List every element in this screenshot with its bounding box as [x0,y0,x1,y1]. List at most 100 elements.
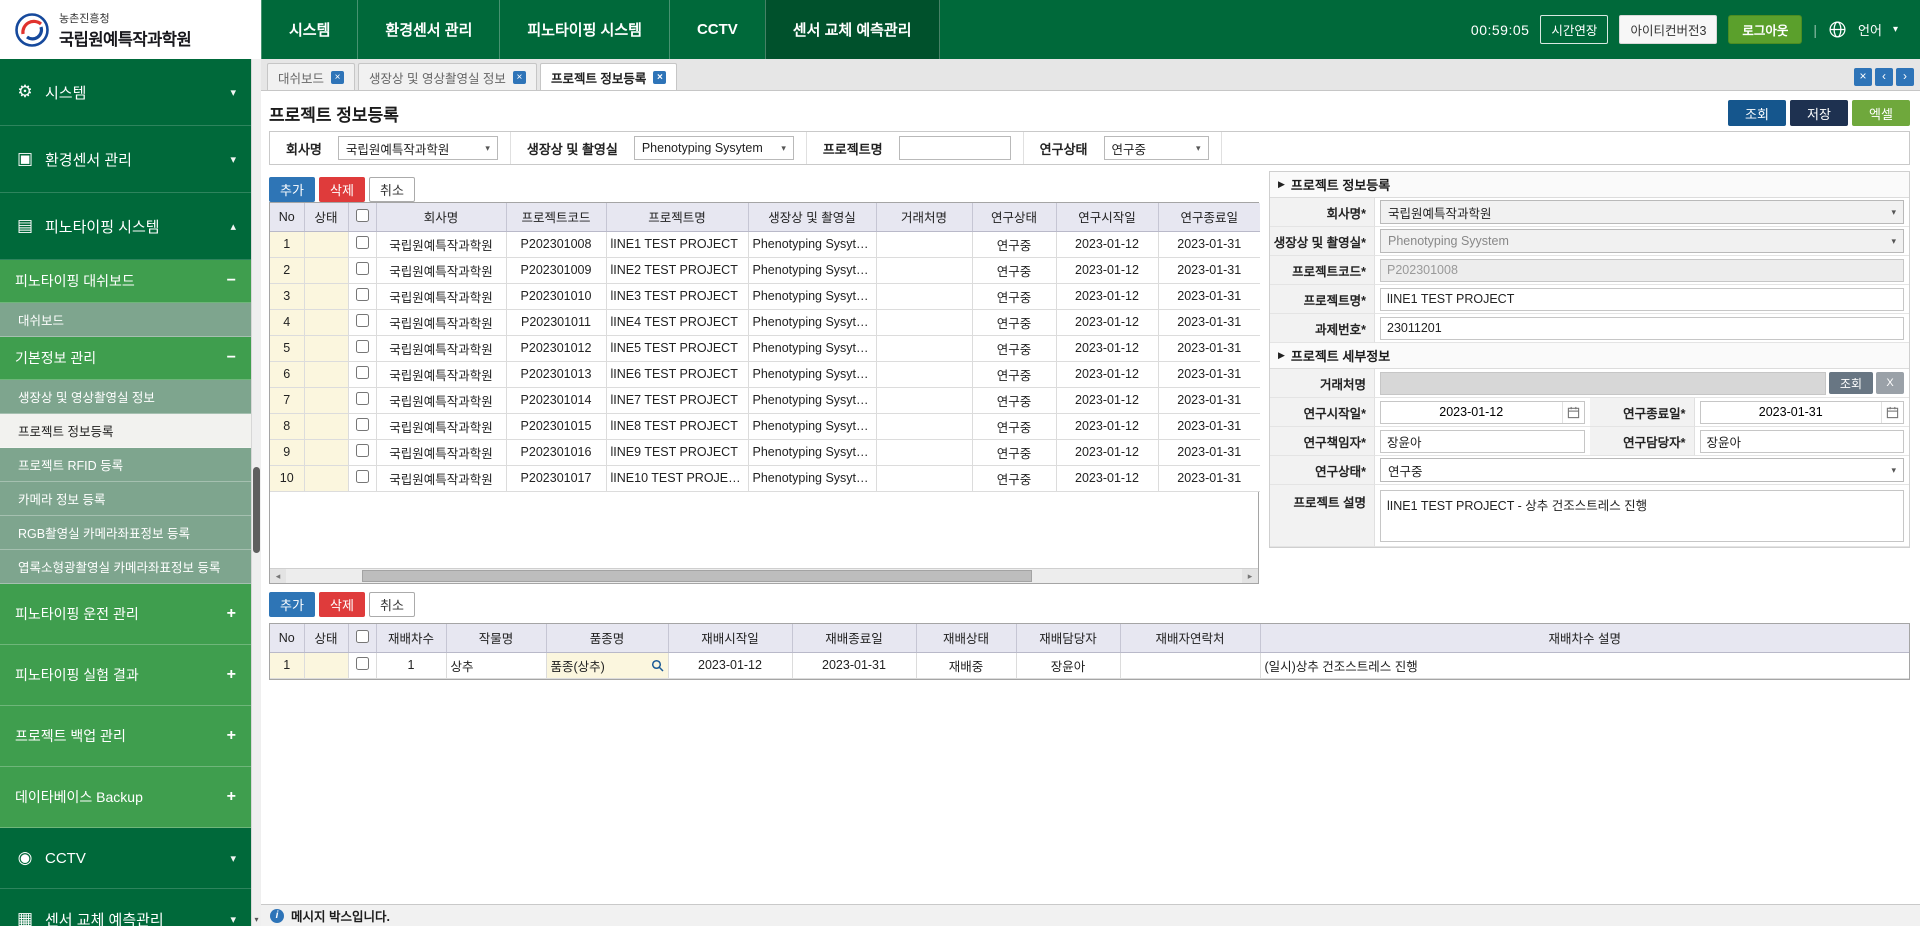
sidebar-group-basic-info[interactable]: 기본정보 관리 − [0,337,251,380]
header-cultivation-status[interactable]: 재배상태 [916,624,1016,652]
cell-variety[interactable]: 품종(상추) [546,652,668,678]
sidebar-item-system[interactable]: ⚙ 시스템 ▾ [0,59,251,126]
project-name-input[interactable] [1380,288,1904,311]
sidebar-item-env-sensor[interactable]: ▣ 환경센서 관리 ▾ [0,126,251,193]
tab-close-icon[interactable]: × [513,71,526,84]
sidebar-group-project-backup[interactable]: 프로젝트 백업 관리 + [0,706,251,767]
sidebar-group-database-backup[interactable]: 데이타베이스 Backup + [0,767,251,828]
logout-button[interactable]: 로그아웃 [1728,15,1802,44]
header-no[interactable]: No [270,624,304,652]
detail-section1-header[interactable]: ▶ 프로젝트 정보등록 [1270,172,1909,198]
cell-checkbox[interactable] [348,231,376,257]
scroll-right-button[interactable]: ▸ [1242,569,1258,583]
header-room[interactable]: 생장상 및 촬영실 [748,203,876,231]
cell-checkbox[interactable] [348,283,376,309]
research-manager-input[interactable] [1700,430,1905,453]
cell-checkbox[interactable] [348,439,376,465]
header-client[interactable]: 거래처명 [876,203,972,231]
scroll-down-icon[interactable]: ▾ [252,915,261,924]
nav-sensor-replacement[interactable]: 센서 교체 예측관리 [765,0,940,59]
cell-checkbox[interactable] [348,257,376,283]
search-lookup-icon[interactable] [651,659,664,672]
calendar-icon[interactable] [1562,402,1584,423]
nav-env-sensor[interactable]: 환경센서 관리 [357,0,499,59]
delete-row-button[interactable]: 삭제 [319,177,365,202]
row-checkbox[interactable] [356,657,369,670]
chevron-down-icon[interactable]: ▾ [1893,24,1898,35]
nav-cctv[interactable]: CCTV [669,0,765,59]
sidebar-group-operation-mgmt[interactable]: 피노타이핑 운전 관리 + [0,584,251,645]
sidebar-item-project-info[interactable]: 프로젝트 정보등록 [0,414,251,448]
detail-room-select[interactable]: Phenotyping Syystem ▾ [1380,229,1904,253]
detail-section2-header[interactable]: ▶ 프로젝트 세부정보 [1270,343,1909,369]
project-table-row[interactable]: 10 국립원예특작과학원 P202301017 lINE10 TEST PROJ… [270,465,1260,491]
research-end-date-input[interactable] [1701,402,1882,423]
sidebar-group-pheno-dashboard[interactable]: 피노타이핑 대쉬보드 − [0,260,251,303]
sidebar-item-project-rfid[interactable]: 프로젝트 RFID 등록 [0,448,251,482]
row-checkbox[interactable] [356,314,369,327]
header-start-date[interactable]: 연구시작일 [1056,203,1158,231]
header-manager-contact[interactable]: 재배자연락처 [1120,624,1260,652]
delete-cultivation-button[interactable]: 삭제 [319,592,365,617]
tab-scroll-left-button[interactable]: ‹ [1875,68,1893,86]
detail-status-select[interactable]: 연구중 ▾ [1380,458,1904,482]
scrollbar-track[interactable] [286,569,1242,583]
project-table-row[interactable]: 7 국립원예특작과학원 P202301014 lINE7 TEST PROJEC… [270,387,1260,413]
row-checkbox[interactable] [356,418,369,431]
cell-checkbox[interactable] [348,335,376,361]
sidebar-group-experiment-results[interactable]: 피노타이핑 실험 결과 + [0,645,251,706]
research-start-date-input[interactable] [1381,402,1562,423]
it-conversion-button[interactable]: 아이티컨버전3 [1619,15,1717,44]
header-cultivation-round[interactable]: 재배차수 [376,624,446,652]
scroll-left-button[interactable]: ◂ [270,569,286,583]
sidebar-item-rgb-camera-coord[interactable]: RGB촬영실 카메라좌표정보 등록 [0,516,251,550]
close-all-tabs-button[interactable]: × [1854,68,1872,86]
header-end-date[interactable]: 연구종료일 [1158,203,1260,231]
cell-checkbox[interactable] [348,652,376,678]
status-filter-select[interactable]: 연구중 ▾ [1104,136,1209,160]
sidebar-scrollbar-thumb[interactable] [253,467,260,553]
header-research-status[interactable]: 연구상태 [972,203,1056,231]
header-status-flag[interactable]: 상태 [304,624,348,652]
row-checkbox[interactable] [356,366,369,379]
language-label[interactable]: 언어 [1858,20,1882,39]
sidebar-item-sensor-replacement[interactable]: ▦ 센서 교체 예측관리 ▾ [0,889,251,926]
row-checkbox[interactable] [356,288,369,301]
sidebar-item-camera-info[interactable]: 카메라 정보 등록 [0,482,251,516]
header-project-code[interactable]: 프로젝트코드 [506,203,606,231]
tab-dashboard[interactable]: 대쉬보드 × [267,63,355,90]
project-table-row[interactable]: 5 국립원예특작과학원 P202301012 lINE5 TEST PROJEC… [270,335,1260,361]
cultivation-table-row[interactable]: 1 1 상추 품종(상추) [270,652,1909,678]
research-leader-input[interactable] [1380,430,1585,453]
header-select-all[interactable] [348,203,376,231]
header-cultivation-end[interactable]: 재배종료일 [792,624,916,652]
logo-area[interactable]: 농촌진흥청 국립원예특작과학원 [0,0,261,59]
task-number-input[interactable] [1380,317,1904,340]
header-cultivation-description[interactable]: 재배차수 설명 [1260,624,1909,652]
project-description-textarea[interactable]: lINE1 TEST PROJECT - 상추 건조스트레스 진행 [1380,490,1904,542]
tab-project-info[interactable]: 프로젝트 정보등록 × [540,63,677,90]
tab-close-icon[interactable]: × [331,71,344,84]
row-checkbox[interactable] [356,444,369,457]
client-clear-button[interactable]: X [1876,372,1904,394]
header-no[interactable]: No [270,203,304,231]
cancel-button[interactable]: 취소 [369,177,415,202]
detail-company-select[interactable]: 국립원예특작과학원 ▾ [1380,200,1904,224]
sidebar-item-chlorophyll-camera-coord[interactable]: 엽록소형광촬영실 카메라좌표정보 등록 [0,550,251,584]
select-all-checkbox[interactable] [356,209,369,222]
cell-checkbox[interactable] [348,387,376,413]
excel-button[interactable]: 엑셀 [1852,100,1910,126]
cell-checkbox[interactable] [348,465,376,491]
header-crop-name[interactable]: 작물명 [446,624,546,652]
add-row-button[interactable]: 추가 [269,177,315,202]
globe-icon[interactable] [1828,20,1847,39]
sidebar-item-phenotyping[interactable]: ▤ 피노타이핑 시스템 ▴ [0,193,251,260]
row-checkbox[interactable] [356,340,369,353]
select-all-checkbox[interactable] [356,630,369,643]
header-status-flag[interactable]: 상태 [304,203,348,231]
extend-time-button[interactable]: 시간연장 [1540,15,1608,44]
nav-system[interactable]: 시스템 [261,0,357,59]
nav-phenotyping-system[interactable]: 피노타이핑 시스템 [499,0,669,59]
scrollbar-thumb[interactable] [362,570,1031,582]
row-checkbox[interactable] [356,262,369,275]
